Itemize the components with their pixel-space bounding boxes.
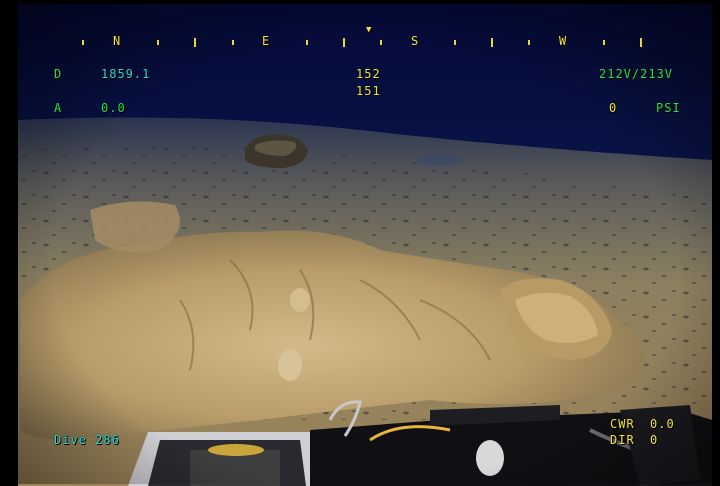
pressure-value: 0 bbox=[609, 101, 618, 115]
compass-tick bbox=[454, 40, 456, 45]
heading-primary: 152 bbox=[356, 67, 381, 81]
compass-tick bbox=[343, 38, 345, 47]
compass-tick bbox=[82, 40, 84, 45]
pressure-unit: PSI bbox=[656, 101, 681, 115]
compass-tick bbox=[603, 40, 605, 45]
voltage-readout: 212V/213V bbox=[599, 67, 674, 81]
dive-label: Dive 286 bbox=[54, 433, 120, 447]
dir-label: DIR bbox=[610, 433, 635, 447]
dir-value: 0 bbox=[650, 433, 659, 447]
rov-video-frame: ▼ N E S W D 1859.1 152 151 212V/213V A 0… bbox=[0, 0, 720, 486]
compass-tick bbox=[194, 38, 196, 47]
depth-label: D bbox=[54, 67, 63, 81]
heading-secondary: 151 bbox=[356, 84, 381, 98]
compass-letter-e: E bbox=[262, 34, 270, 48]
compass-tick bbox=[380, 40, 382, 45]
cwr-label: CWR bbox=[610, 417, 635, 431]
compass-letter-n: N bbox=[113, 34, 121, 48]
altitude-label: A bbox=[54, 101, 63, 115]
cwr-value: 0.0 bbox=[650, 417, 675, 431]
compass-tick bbox=[306, 40, 308, 45]
compass-tick bbox=[157, 40, 159, 45]
compass-letter-s: S bbox=[411, 34, 419, 48]
altitude-value: 0.0 bbox=[101, 101, 126, 115]
compass-tick bbox=[528, 40, 530, 45]
heading-marker-icon: ▼ bbox=[366, 25, 372, 35]
compass-tick bbox=[232, 40, 234, 45]
compass-letter-w: W bbox=[559, 34, 567, 48]
depth-value: 1859.1 bbox=[101, 67, 151, 81]
compass-tick bbox=[640, 38, 642, 47]
compass-tick bbox=[491, 38, 493, 47]
